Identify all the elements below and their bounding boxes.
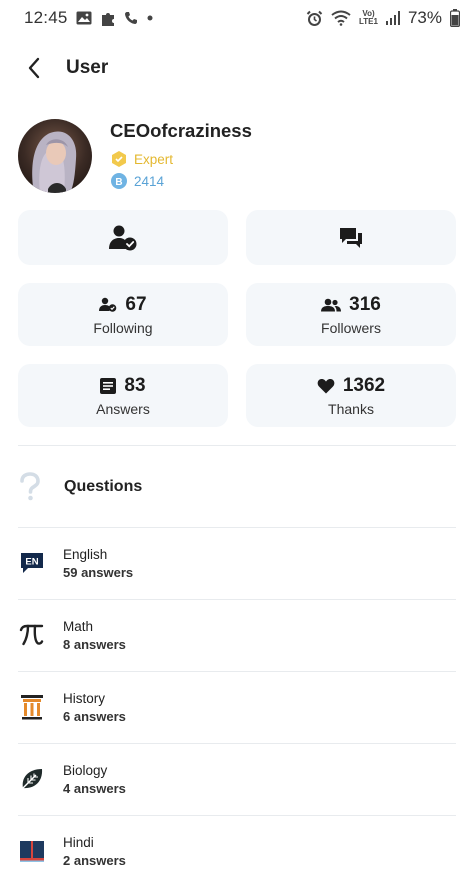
follow-button[interactable] bbox=[18, 210, 228, 265]
subject-name: Biology bbox=[63, 762, 108, 778]
answers-card[interactable]: 83 Answers bbox=[18, 364, 228, 427]
status-right: Vo) LTE1 73% bbox=[306, 8, 460, 28]
thanks-label: Thanks bbox=[328, 400, 374, 417]
puzzle-icon bbox=[100, 10, 116, 26]
chevron-left-icon bbox=[28, 57, 40, 79]
subject-answer-count: 8 answers bbox=[63, 636, 126, 652]
subject-text: Biology 4 answers bbox=[63, 763, 126, 796]
hindi-book-icon bbox=[18, 837, 46, 865]
dot-icon bbox=[146, 14, 154, 22]
english-icon-text: EN bbox=[25, 557, 38, 568]
heart-icon bbox=[317, 378, 335, 393]
message-button[interactable] bbox=[246, 210, 456, 265]
points-icon: B bbox=[111, 173, 127, 189]
status-time: 12:45 bbox=[24, 8, 68, 27]
user-check-icon bbox=[109, 225, 137, 250]
profile-section: CEOofcraziness Expert B 2414 bbox=[18, 118, 458, 194]
question-mark-icon bbox=[20, 472, 40, 501]
users-icon bbox=[321, 298, 342, 311]
subject-answer-count: 59 answers bbox=[63, 564, 134, 580]
subject-answer-count: 6 answers bbox=[63, 708, 126, 724]
svg-text:B: B bbox=[115, 177, 122, 188]
user-check-small-icon bbox=[99, 297, 117, 312]
subject-name: Hindi bbox=[63, 834, 94, 850]
subject-row-biology[interactable]: Biology 4 answers bbox=[18, 743, 456, 815]
rank-label: Expert bbox=[134, 151, 174, 167]
subject-text: English 59 answers bbox=[63, 547, 133, 580]
divider bbox=[18, 445, 456, 446]
thanks-stat-row: 1362 bbox=[317, 375, 385, 397]
subject-text: History 6 answers bbox=[63, 691, 126, 724]
rank-row: Expert bbox=[110, 148, 252, 170]
list-icon bbox=[100, 377, 117, 394]
biology-leaf-icon bbox=[18, 765, 46, 793]
back-button[interactable] bbox=[14, 48, 54, 88]
signal-icon bbox=[385, 11, 400, 25]
subject-row-hindi[interactable]: Hindi 2 answers bbox=[18, 815, 456, 870]
subject-text: Math 8 answers bbox=[63, 619, 126, 652]
followers-label: Followers bbox=[321, 319, 381, 336]
volte-label: Vo) LTE1 bbox=[359, 9, 378, 26]
subject-name: English bbox=[63, 546, 108, 562]
answers-label: Answers bbox=[96, 400, 150, 417]
subject-answer-count: 4 answers bbox=[63, 780, 126, 796]
chat-icon bbox=[340, 227, 362, 248]
battery-percent: 73% bbox=[407, 8, 442, 27]
followers-stat-row: 316 bbox=[321, 294, 381, 316]
image-icon bbox=[76, 11, 92, 25]
questions-header[interactable]: Questions bbox=[18, 464, 456, 510]
status-bar: 12:45 Vo) LTE1 73% bbox=[0, 0, 474, 36]
answers-count: 83 bbox=[124, 374, 146, 396]
rank-badge-icon bbox=[112, 151, 126, 167]
app-header: User bbox=[0, 45, 474, 91]
thanks-card[interactable]: 1362 Thanks bbox=[246, 364, 456, 427]
points-value: 2414 bbox=[134, 173, 165, 189]
english-icon: EN bbox=[18, 549, 46, 577]
alarm-icon bbox=[306, 10, 323, 27]
status-left: 12:45 bbox=[24, 8, 154, 28]
following-label: Following bbox=[93, 319, 153, 336]
following-count: 67 bbox=[125, 293, 147, 315]
avatar[interactable] bbox=[18, 119, 92, 193]
followers-count: 316 bbox=[349, 293, 381, 315]
subject-name: History bbox=[63, 690, 106, 706]
followers-card[interactable]: 316 Followers bbox=[246, 283, 456, 346]
answers-stat-row: 83 bbox=[100, 374, 146, 397]
following-card[interactable]: 67 Following bbox=[18, 283, 228, 346]
history-column-icon bbox=[18, 693, 46, 721]
thanks-count: 1362 bbox=[342, 374, 386, 396]
subject-text: Hindi 2 answers bbox=[63, 835, 126, 868]
page-title: User bbox=[66, 57, 109, 78]
subject-name: Math bbox=[63, 618, 94, 634]
subject-row-math[interactable]: Math 8 answers bbox=[18, 599, 456, 671]
math-pi-icon bbox=[18, 621, 46, 649]
profile-info: CEOofcraziness Expert B 2414 bbox=[110, 120, 252, 192]
wifi-icon bbox=[331, 10, 351, 26]
subject-row-history[interactable]: History 6 answers bbox=[18, 671, 456, 743]
following-stat-row: 67 bbox=[99, 293, 147, 316]
phone-icon bbox=[124, 11, 138, 25]
battery-icon bbox=[450, 9, 460, 27]
username: CEOofcraziness bbox=[110, 120, 252, 141]
subject-answer-count: 2 answers bbox=[63, 852, 126, 868]
questions-title: Questions bbox=[64, 478, 143, 495]
subject-row-english[interactable]: EN English 59 answers bbox=[18, 527, 456, 599]
points-row: B 2414 bbox=[110, 170, 252, 192]
